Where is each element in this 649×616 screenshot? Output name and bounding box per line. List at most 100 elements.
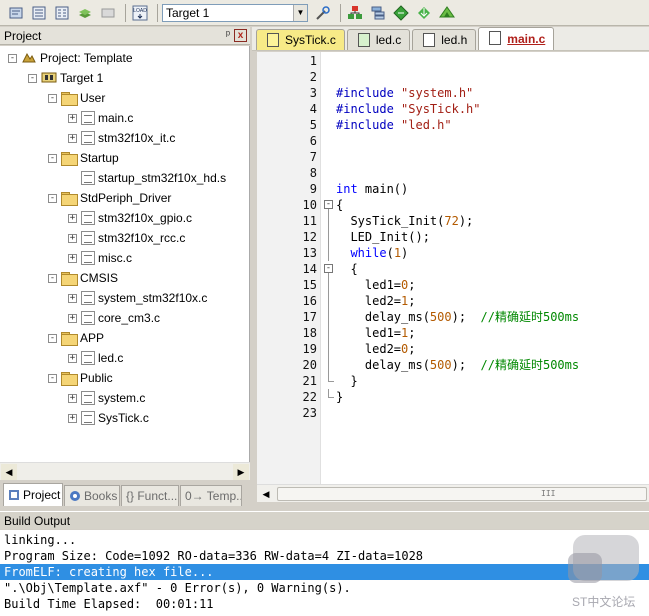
tree-item-file[interactable]: startup_stm32f10x_hd.s [68, 168, 226, 188]
tree-item-target[interactable]: - Target 1 [28, 68, 103, 88]
batch-build-icon[interactable] [75, 3, 95, 23]
collapse-icon[interactable]: - [48, 93, 57, 103]
target-select[interactable]: Target 1 ▼ [162, 3, 308, 22]
tree-item-label: StdPeriph_Driver [80, 191, 172, 205]
expand-icon[interactable]: + [68, 353, 77, 363]
splitter[interactable] [250, 27, 257, 511]
expand-icon[interactable]: + [68, 133, 77, 143]
scroll-left-icon[interactable]: ◀ [1, 464, 17, 480]
tree-item-file[interactable]: + stm32f10x_gpio.c [68, 208, 192, 228]
expand-icon[interactable]: + [68, 233, 77, 243]
expand-icon[interactable]: + [68, 313, 77, 323]
code-line: 15 led1=0; [257, 277, 649, 293]
build-output-panel[interactable]: linking... Program Size: Code=1092 RO-dat… [0, 530, 649, 616]
expand-icon[interactable]: + [68, 213, 77, 223]
file-icon [81, 211, 95, 225]
tree-item-file[interactable]: + stm32f10x_it.c [68, 128, 175, 148]
line-number: 11 [302, 214, 317, 228]
code-line: 17 delay_ms(500); //精确延时500ms [257, 309, 649, 325]
fold-guide [321, 373, 335, 389]
collapse-icon[interactable]: - [8, 53, 17, 63]
code-editor[interactable]: 1 2 3 #include "system.h" 4 #include "SysTick… [257, 52, 649, 484]
tab-main-c[interactable]: main.c [478, 27, 555, 50]
tree-item-folder[interactable]: - CMSIS [48, 268, 118, 288]
tree-item-folder[interactable]: - Startup [48, 148, 119, 168]
fold-toggle-icon[interactable]: - [321, 261, 335, 277]
select-packs-icon[interactable] [391, 3, 411, 23]
collapse-icon[interactable]: - [48, 333, 57, 343]
pin-icon[interactable]: ᵖ [226, 29, 230, 41]
code-text: LED_Init(); [336, 229, 429, 245]
code-token: led2= [336, 294, 402, 308]
code-token: #include [336, 86, 402, 100]
tab-led-c[interactable]: led.c [346, 29, 411, 50]
collapse-icon[interactable]: - [48, 193, 57, 203]
collapse-icon[interactable]: - [28, 73, 37, 83]
tree-item-folder[interactable]: - User [48, 88, 105, 108]
fold-guide [321, 213, 335, 229]
expand-icon[interactable]: + [68, 253, 77, 263]
tree-item-project[interactable]: - Project: Template [8, 48, 133, 68]
collapse-icon[interactable]: - [48, 373, 57, 383]
collapse-icon[interactable]: - [48, 153, 57, 163]
code-token: 72 [444, 214, 459, 228]
tree-item-file[interactable]: + system.c [68, 388, 145, 408]
scroll-left-icon[interactable]: ◀ [259, 487, 273, 501]
expand-icon[interactable]: + [68, 293, 77, 303]
tree-item-file[interactable]: + SysTick.c [68, 408, 149, 428]
code-token: 500 [429, 358, 452, 372]
tab-systick-c[interactable]: SysTick.c [256, 29, 345, 50]
tab-project[interactable]: Project [3, 483, 63, 506]
tree-item-file[interactable]: + main.c [68, 108, 133, 128]
collapse-icon[interactable]: - [48, 273, 57, 283]
tree-item-file[interactable]: + core_cm3.c [68, 308, 160, 328]
file-icon [81, 171, 95, 185]
expand-icon[interactable]: + [68, 113, 77, 123]
editor-horizontal-scrollbar[interactable]: ◀ III [257, 484, 649, 502]
folder-icon [61, 272, 78, 286]
line-number: 10 [302, 198, 317, 212]
project-horizontal-scrollbar[interactable]: ◀ ▶ [0, 462, 250, 480]
scroll-thumb[interactable] [277, 487, 647, 501]
tab-led-h[interactable]: led.h [412, 29, 477, 50]
expand-icon[interactable]: + [68, 413, 77, 423]
folder-icon [61, 372, 78, 386]
file-icon [81, 111, 95, 125]
build-icon[interactable] [29, 3, 49, 23]
tab-books[interactable]: Books [64, 485, 120, 506]
tree-item-file[interactable]: + stm32f10x_rcc.c [68, 228, 185, 248]
close-icon[interactable]: x [234, 29, 247, 42]
manage-runtime-icon[interactable] [437, 3, 457, 23]
load-icon[interactable]: LOAD [130, 3, 150, 23]
code-token: ); [458, 214, 474, 228]
file-extensions-icon[interactable] [368, 3, 388, 23]
tree-item-folder[interactable]: - StdPeriph_Driver [48, 188, 171, 208]
tree-item-folder[interactable]: - APP [48, 328, 104, 348]
target-options-icon[interactable] [313, 3, 333, 23]
tab-templates[interactable]: 0→ Temp... [180, 485, 242, 506]
code-token: 500 [429, 310, 452, 324]
manage-components-icon[interactable] [345, 3, 365, 23]
tree-item-file[interactable]: + led.c [68, 348, 123, 368]
tree-item-label: stm32f10x_gpio.c [98, 211, 193, 225]
stop-build-icon[interactable] [98, 3, 118, 23]
code-line: 18 led1=1; [257, 325, 649, 341]
translate-icon[interactable] [6, 3, 26, 23]
chevron-down-icon[interactable]: ▼ [293, 4, 307, 21]
build-output-line: FromELF: creating hex file... [0, 564, 649, 580]
tree-item-file[interactable]: + misc.c [68, 248, 132, 268]
file-icon [81, 131, 95, 145]
file-icon [489, 31, 502, 45]
tab-functions[interactable]: {} Funct... [121, 485, 179, 506]
pack-installer-icon[interactable] [414, 3, 434, 23]
scroll-right-icon[interactable]: ▶ [233, 464, 249, 480]
code-line: 11 SysTick_Init(72); [257, 213, 649, 229]
line-number: 5 [309, 118, 317, 132]
fold-toggle-icon[interactable]: - [321, 197, 335, 213]
rebuild-icon[interactable] [52, 3, 72, 23]
expand-icon[interactable]: + [68, 393, 77, 403]
tree-item-label: User [80, 91, 106, 105]
tree-item-folder[interactable]: - Public [48, 368, 113, 388]
tree-item-label: misc.c [98, 251, 132, 265]
tree-item-file[interactable]: + system_stm32f10x.c [68, 288, 207, 308]
